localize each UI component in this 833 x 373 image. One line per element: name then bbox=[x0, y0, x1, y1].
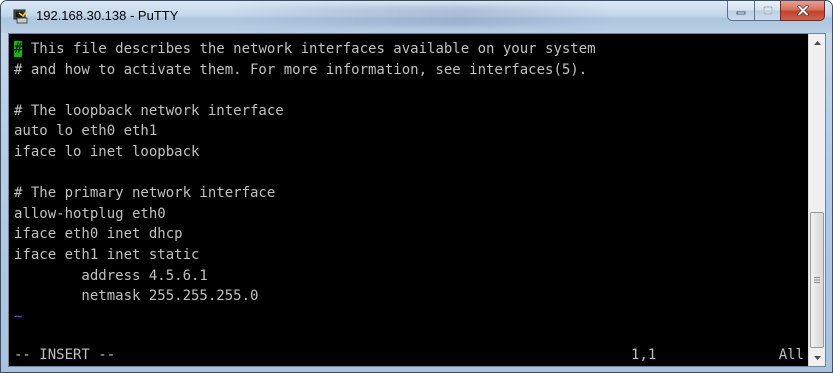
scroll-down-button[interactable] bbox=[809, 349, 825, 366]
close-icon bbox=[796, 5, 809, 16]
arrow-down-icon bbox=[813, 355, 821, 360]
empty-line-tilde: ~ bbox=[14, 308, 23, 325]
terminal-line: netmask 255.255.255.0 bbox=[14, 288, 259, 305]
vim-status-line: -- INSERT -- 1,1 All bbox=[14, 345, 808, 366]
grip-icon bbox=[814, 277, 820, 283]
putty-window: 192.168.30.138 - PuTTY # This file descr… bbox=[0, 0, 833, 373]
putty-icon[interactable] bbox=[13, 9, 29, 24]
scroll-up-button[interactable] bbox=[809, 34, 825, 51]
arrow-up-icon bbox=[813, 40, 821, 45]
caption-buttons bbox=[727, 1, 825, 21]
terminal-line: iface lo inet loopback bbox=[14, 143, 200, 160]
terminal-line: # The primary network interface bbox=[14, 185, 276, 202]
terminal-line: # The loopback network interface bbox=[14, 102, 284, 119]
terminal-line: address 4.5.6.1 bbox=[14, 267, 208, 284]
terminal-line: iface eth0 inet dhcp bbox=[14, 226, 183, 243]
cursor-position: 1,1 bbox=[631, 347, 657, 364]
window-title: 192.168.30.138 - PuTTY bbox=[36, 8, 179, 23]
terminal-line: # This file describes the network interf… bbox=[14, 39, 808, 60]
terminal-line-text: This file describes the network interfac… bbox=[22, 41, 596, 57]
minimize-button[interactable] bbox=[727, 1, 754, 21]
terminal-line: iface eth1 inet static bbox=[14, 246, 200, 263]
maximize-icon bbox=[762, 6, 773, 15]
scroll-indicator: All bbox=[778, 347, 804, 364]
maximize-button[interactable] bbox=[754, 1, 780, 21]
terminal-line: # and how to activate them. For more inf… bbox=[14, 61, 588, 78]
vertical-scrollbar[interactable] bbox=[808, 34, 825, 366]
scrollbar-thumb[interactable] bbox=[810, 212, 824, 348]
terminal-screen[interactable]: # This file describes the network interf… bbox=[9, 34, 808, 366]
terminal-line: auto lo eth0 eth1 bbox=[14, 123, 158, 140]
terminal-line: allow-hotplug eth0 bbox=[14, 205, 166, 222]
vim-mode-indicator: -- INSERT -- bbox=[14, 347, 116, 364]
terminal-frame: # This file describes the network interf… bbox=[8, 33, 826, 367]
minimize-icon bbox=[736, 11, 746, 14]
title-bar[interactable]: 192.168.30.138 - PuTTY bbox=[1, 1, 832, 33]
title-bar-glass bbox=[231, 5, 611, 27]
close-button[interactable] bbox=[780, 1, 825, 21]
